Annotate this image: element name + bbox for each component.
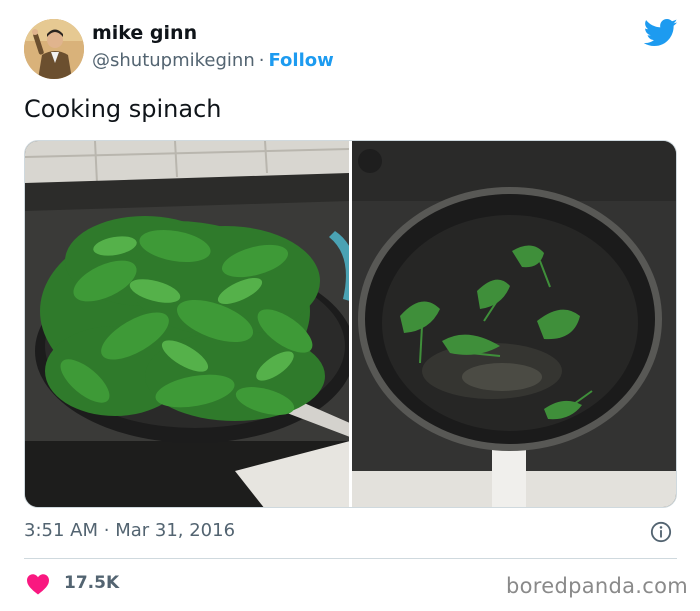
- twitter-bird-icon[interactable]: [644, 18, 678, 48]
- author-handle-row: @shutupmikeginn · Follow: [92, 50, 334, 71]
- tweet-text: Cooking spinach: [24, 95, 222, 123]
- tweet-time: 3:51 AM: [24, 520, 98, 541]
- avatar[interactable]: [24, 19, 84, 79]
- tweet-timestamp[interactable]: 3:51 AM · Mar 31, 2016: [24, 520, 235, 541]
- separator-dot: ·: [258, 50, 265, 71]
- avatar-image: [24, 19, 84, 79]
- timestamp-separator: ·: [103, 520, 110, 541]
- heart-icon[interactable]: [26, 573, 50, 595]
- photo-wilted-pan[interactable]: [352, 141, 676, 507]
- photo-full-pan[interactable]: [25, 141, 349, 507]
- follow-button[interactable]: Follow: [268, 50, 333, 71]
- tweet-media[interactable]: [24, 140, 677, 508]
- author-handle[interactable]: @shutupmikeginn: [92, 50, 255, 71]
- wilted-spinach-image: [352, 141, 676, 507]
- tweet-date: Mar 31, 2016: [115, 520, 236, 541]
- info-icon[interactable]: [650, 521, 672, 543]
- watermark: boredpanda.com: [506, 574, 689, 598]
- author-name[interactable]: mike ginn: [92, 22, 197, 44]
- spinach-pile-image: [25, 141, 349, 507]
- divider: [24, 558, 677, 559]
- like-count: 17.5K: [64, 573, 120, 593]
